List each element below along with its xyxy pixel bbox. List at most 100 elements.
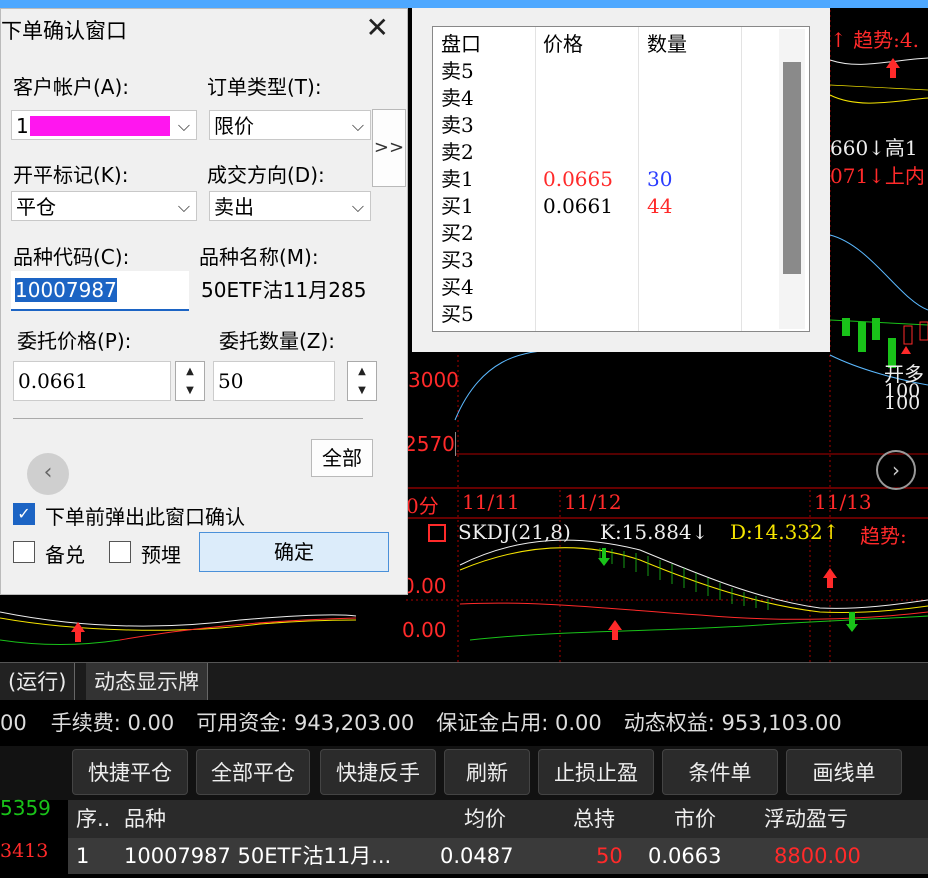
open-close-value: 平仓 xyxy=(16,195,56,219)
col-avg[interactable]: 均价 xyxy=(464,800,506,838)
status-equity: 动态权益: 953,103.00 xyxy=(623,711,842,735)
close-button[interactable]: ✕ xyxy=(366,11,389,44)
line-order-button[interactable]: 画线单 xyxy=(786,749,902,795)
price-label: 委托价格(P): xyxy=(17,329,132,353)
prev-button[interactable]: ‹ xyxy=(27,453,69,495)
price-stepper[interactable]: ▲ ▼ xyxy=(175,361,205,401)
confirm-popup-label: 下单前弹出此窗口确认 xyxy=(45,505,245,529)
account-status-bar: 00 手续费: 0.00 可用资金: 943,203.00 保证金占用: 0.00 动态… xyxy=(0,700,928,746)
account-redaction xyxy=(30,116,170,136)
status-fee: 手续费: 0.00 xyxy=(50,711,175,735)
book-side: 买3 xyxy=(441,248,474,272)
row-name: 10007987 50ETF沽11月... xyxy=(124,844,392,868)
window-top-border xyxy=(0,0,928,8)
preset-checkbox[interactable] xyxy=(109,541,131,563)
triangle-up-icon[interactable]: ▲ xyxy=(348,362,376,381)
order-book-table: 盘口 价格 数量 卖5 卖4 卖3 卖2 卖1 0.0665 30 买1 0.0661 44 买2 买… xyxy=(432,26,810,332)
col-name[interactable]: 品种 xyxy=(124,800,166,838)
status-margin: 保证金占用: 0.00 xyxy=(436,711,602,735)
confirm-button[interactable]: 确定 xyxy=(199,532,389,572)
covered-checkbox[interactable] xyxy=(13,541,35,563)
all-button[interactable]: 全部 xyxy=(311,439,373,477)
col-index[interactable]: 序.. xyxy=(76,800,110,838)
qty-input[interactable]: 50 xyxy=(213,361,335,401)
refresh-button[interactable]: 刷新 xyxy=(444,749,530,795)
row-market: 0.0663 xyxy=(648,844,722,868)
book-price: 0.0665 xyxy=(543,167,613,191)
order-book-scrollbar[interactable] xyxy=(779,29,805,329)
order-book-row[interactable]: 买1 0.0661 44 xyxy=(433,193,773,220)
check-icon: ✓ xyxy=(17,504,31,523)
bottom-tabbar: (运行) 动态显示牌 xyxy=(0,662,928,701)
order-book-row[interactable]: 卖2 xyxy=(433,139,773,166)
triangle-down-icon[interactable]: ▼ xyxy=(176,381,204,400)
order-book-row[interactable]: 卖1 0.0665 30 xyxy=(433,166,773,193)
dialog-title: 下单确认窗口 xyxy=(1,19,127,43)
close-icon: ✕ xyxy=(365,11,389,44)
qty-label: 委托数量(Z): xyxy=(219,329,336,353)
covered-label: 备兑 xyxy=(45,543,85,567)
book-price: 0.0661 xyxy=(543,194,613,218)
date-tick-1: 11/11 xyxy=(462,490,520,514)
account-select[interactable]: 1 ⌵ xyxy=(11,110,197,140)
col-extra[interactable]: 「 xyxy=(916,800,928,838)
order-book-row[interactable]: 卖3 xyxy=(433,112,773,139)
name-field: 50ETF沽11月285 xyxy=(197,271,371,311)
y-tick-3000: 3000 xyxy=(408,368,459,392)
stop-loss-button[interactable]: 止损止盈 xyxy=(538,749,654,795)
trend-top-label: ↑ 趋势:4. xyxy=(830,28,919,52)
chevron-down-icon: ⌵ xyxy=(177,116,190,135)
price-input[interactable]: 0.0661 xyxy=(13,361,171,401)
name-label: 品种名称(M): xyxy=(199,245,319,269)
order-book-row[interactable]: 卖4 xyxy=(433,85,773,112)
table-row[interactable]: 1 10007987 50ETF沽11月... 0.0487 50 0.0663… xyxy=(68,838,928,874)
status-available: 可用资金: 943,203.00 xyxy=(196,711,415,735)
scrollbar-thumb[interactable] xyxy=(783,62,801,274)
triangle-up-icon[interactable]: ▲ xyxy=(176,362,204,381)
high-readout: 660↓高1 xyxy=(830,136,918,160)
order-type-value: 限价 xyxy=(214,114,254,138)
quick-close-button[interactable]: 快捷平仓 xyxy=(72,749,188,795)
price-value: 0.0661 xyxy=(18,369,88,393)
triangle-down-icon[interactable]: ▼ xyxy=(348,381,376,400)
direction-label: 成交方向(D): xyxy=(207,163,325,187)
row-pnl: 8800.00 xyxy=(774,844,861,868)
expand-button[interactable]: >> xyxy=(372,109,406,187)
order-type-select[interactable]: 限价 ⌵ xyxy=(209,110,371,140)
positions-header: 序.. 品种 均价 总持 市价 浮动盈亏 「 xyxy=(68,800,928,838)
indicator-box-icon[interactable] xyxy=(428,524,446,542)
order-book-row[interactable]: 卖5 xyxy=(433,58,773,85)
col-market[interactable]: 市价 xyxy=(674,800,716,838)
direction-select[interactable]: 卖出 ⌵ xyxy=(209,191,371,221)
code-input[interactable]: 10007987 xyxy=(11,271,189,311)
tab-dynamic-board[interactable]: 动态显示牌 xyxy=(86,663,208,701)
col-pnl[interactable]: 浮动盈亏 xyxy=(764,800,848,838)
order-book-row[interactable]: 买3 xyxy=(433,247,773,274)
chart-next-button[interactable]: › xyxy=(876,450,916,490)
conditional-order-button[interactable]: 条件单 xyxy=(662,749,778,795)
book-side: 买1 xyxy=(441,194,474,218)
book-side: 卖3 xyxy=(441,113,474,137)
book-side: 卖1 xyxy=(441,167,474,191)
account-value: 1 xyxy=(16,114,29,138)
y-tick-000-a: 0.00 xyxy=(402,574,447,598)
k-value: K:15.884↓ xyxy=(600,520,709,544)
status-lead: 00 xyxy=(0,711,27,735)
order-book-row[interactable]: 买5 xyxy=(433,301,773,328)
open-close-select[interactable]: 平仓 ⌵ xyxy=(11,191,197,221)
qty-stepper[interactable]: ▲ ▼ xyxy=(347,361,377,401)
left-price-1: 5359 xyxy=(0,796,51,820)
col-hold[interactable]: 总持 xyxy=(573,800,615,838)
confirm-popup-checkbox[interactable]: ✓ xyxy=(13,503,35,525)
tab-running[interactable]: (运行) xyxy=(0,663,76,701)
close-all-button[interactable]: 全部平仓 xyxy=(196,749,310,795)
d-value: D:14.332↑ xyxy=(730,520,840,544)
code-label: 品种代码(C): xyxy=(13,245,130,269)
quick-reverse-button[interactable]: 快捷反手 xyxy=(320,749,436,795)
book-side: 卖4 xyxy=(441,86,474,110)
order-book-row[interactable]: 买2 xyxy=(433,220,773,247)
book-qty: 30 xyxy=(647,167,673,191)
name-value: 50ETF沽11月285 xyxy=(201,278,367,302)
order-book-row[interactable]: 买4 xyxy=(433,274,773,301)
row-hold: 50 xyxy=(596,844,623,868)
